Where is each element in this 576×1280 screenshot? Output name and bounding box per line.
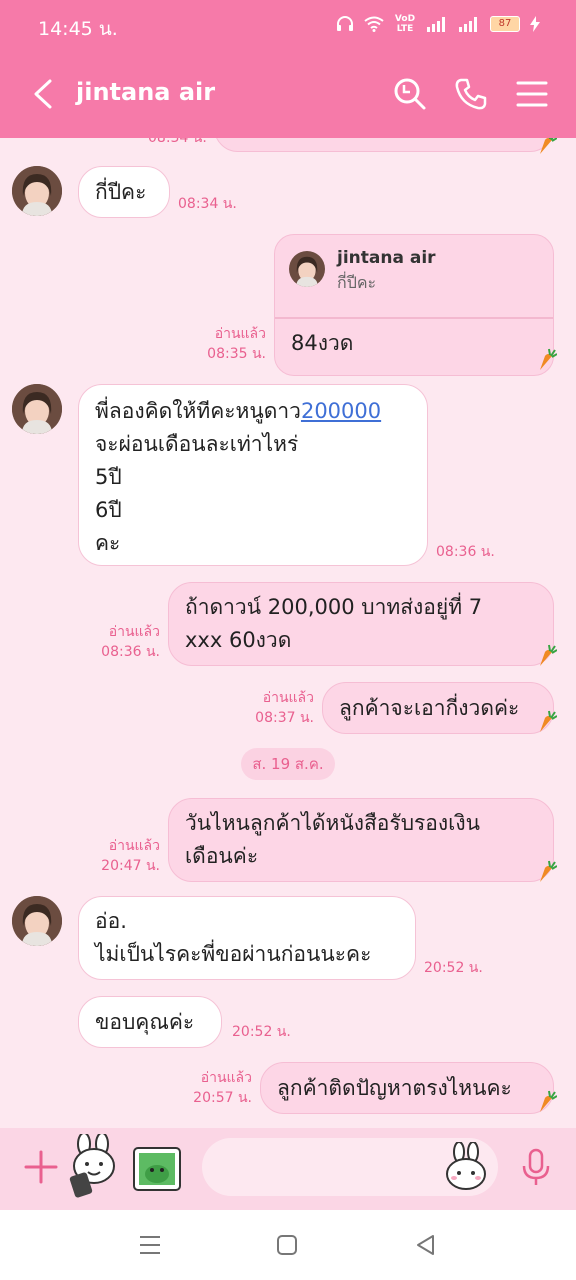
avatar[interactable] <box>12 896 62 946</box>
message-text: วันไหนลูกค้าได้หนังสือรับรองเงิน <box>185 811 480 835</box>
quoted-name: jintana air <box>337 248 436 268</box>
read-receipt: อ่านแล้ว <box>108 624 160 640</box>
message-bubble[interactable]: พี่ลองคิดให้ทีคะหนูดาว200000 จะผ่อนเดือน… <box>78 384 428 566</box>
home-icon[interactable] <box>276 1234 298 1256</box>
message-time: 20:47 น. <box>101 858 160 874</box>
message-meta: อ่านแล้ว 08:35 น. <box>196 324 266 364</box>
sticker-icon[interactable] <box>68 1134 124 1198</box>
message-time: 08:36 น. <box>436 544 495 560</box>
read-receipt: อ่านแล้ว <box>200 1070 252 1086</box>
message-text: พี่ลองคิดให้ทีคะหนูดาว <box>95 399 301 423</box>
message-text: เดือนค่ะ <box>185 844 259 868</box>
plus-icon[interactable] <box>24 1150 58 1184</box>
avatar[interactable] <box>12 166 62 216</box>
partial-message-bubble[interactable] <box>214 138 554 152</box>
message-bubble[interactable]: ลูกค้าจะเอากี่งวดค่ะ <box>322 682 554 734</box>
contact-name[interactable]: jintana air <box>76 78 215 106</box>
wifi-icon <box>364 16 384 32</box>
charging-icon <box>530 16 540 32</box>
message-text: 6ปี <box>95 498 122 522</box>
message-text: ลูกค้าจะเอากี่งวดค่ะ <box>339 696 520 720</box>
signal-icon <box>427 17 445 32</box>
date-separator: ส. 19 ส.ค. <box>241 748 335 780</box>
photo-sticker-icon[interactable] <box>132 1146 182 1192</box>
phone-icon[interactable] <box>453 76 489 112</box>
message-input-bar <box>0 1128 576 1210</box>
message-text: คะ <box>95 531 121 555</box>
emoji-icon[interactable] <box>442 1142 490 1192</box>
message-text: ลูกค้าติดปัญหาตรงไหนคะ <box>277 1076 512 1100</box>
message-text: ถ้าดาวน์ 200,000 บาทส่งอยู่ที่ 7 <box>185 595 483 619</box>
system-navigation-bar <box>0 1210 576 1280</box>
reply-message-bubble[interactable]: jintana air กี่ปีคะ 84งวด <box>274 234 554 376</box>
message-bubble[interactable]: ถ้าดาวน์ 200,000 บาทส่งอยู่ที่ 7 xxx 60ง… <box>168 582 554 666</box>
chat-header: jintana air <box>0 52 576 138</box>
avatar[interactable] <box>12 384 62 434</box>
message-text: จะผ่อนเดือนละเท่าไหร่ <box>95 432 299 456</box>
microphone-icon[interactable] <box>520 1148 552 1188</box>
message-text: อ่อ. <box>95 909 127 933</box>
menu-icon[interactable] <box>514 76 550 112</box>
message-time: 08:34 น. <box>178 196 237 212</box>
read-receipt: อ่านแล้ว <box>214 326 266 342</box>
message-meta: อ่านแล้ว 08:36 น. <box>90 622 160 662</box>
message-text: xxx 60งวด <box>185 628 292 652</box>
signal-icon <box>459 17 477 32</box>
read-receipt: อ่านแล้ว <box>108 838 160 854</box>
status-bar: 14:45 น. VoD LTE 87 <box>0 0 576 52</box>
carrot-icon <box>540 860 557 882</box>
battery-icon: 87 <box>490 16 520 32</box>
carrot-icon <box>540 1090 557 1112</box>
message-time: 20:57 น. <box>193 1090 252 1106</box>
recent-apps-icon[interactable] <box>138 1234 162 1256</box>
quoted-avatar <box>289 251 325 287</box>
chat-area[interactable]: 08:34 น. กี่ปีคะ 08:34 น. jintana air กี… <box>0 138 576 1128</box>
message-time: 08:36 น. <box>101 644 160 660</box>
message-link[interactable]: 200000 <box>301 399 381 423</box>
message-text: 84งวด <box>291 331 354 355</box>
carrot-icon <box>540 348 557 370</box>
message-bubble[interactable]: วันไหนลูกค้าได้หนังสือรับรองเงิน เดือนค่… <box>168 798 554 882</box>
back-arrow-icon[interactable] <box>30 78 58 110</box>
message-text: ขอบคุณค่ะ <box>95 1010 195 1034</box>
message-meta: อ่านแล้ว 20:57 น. <box>182 1068 252 1108</box>
search-icon[interactable] <box>392 76 428 112</box>
message-bubble[interactable]: ขอบคุณค่ะ <box>78 996 222 1048</box>
message-text: ไม่เป็นไรคะพี่ขอผ่านก่อนนะคะ <box>95 942 372 966</box>
message-time: 08:37 น. <box>255 710 314 726</box>
divider <box>275 317 553 319</box>
message-text: 5ปี <box>95 465 122 489</box>
network-label: VoD LTE <box>394 14 416 34</box>
headset-icon <box>337 16 353 31</box>
message-bubble[interactable]: กี่ปีคะ <box>78 166 170 218</box>
status-time: 14:45 น. <box>38 18 118 40</box>
carrot-icon <box>540 644 557 666</box>
read-receipt: อ่านแล้ว <box>262 690 314 706</box>
quoted-text: กี่ปีคะ <box>337 273 377 292</box>
carrot-icon <box>540 138 557 154</box>
message-input[interactable] <box>202 1138 498 1196</box>
message-meta: อ่านแล้ว 08:37 น. <box>244 688 314 728</box>
message-time: 08:34 น. <box>148 138 207 146</box>
message-time: 08:35 น. <box>207 346 266 362</box>
back-icon[interactable] <box>414 1234 436 1256</box>
carrot-icon <box>540 710 557 732</box>
message-time: 20:52 น. <box>424 960 483 976</box>
message-meta: อ่านแล้ว 20:47 น. <box>90 836 160 876</box>
message-text: กี่ปีคะ <box>95 180 147 204</box>
message-bubble[interactable]: อ่อ. ไม่เป็นไรคะพี่ขอผ่านก่อนนะคะ <box>78 896 416 980</box>
message-time: 20:52 น. <box>232 1024 291 1040</box>
message-bubble[interactable]: ลูกค้าติดปัญหาตรงไหนคะ <box>260 1062 554 1114</box>
